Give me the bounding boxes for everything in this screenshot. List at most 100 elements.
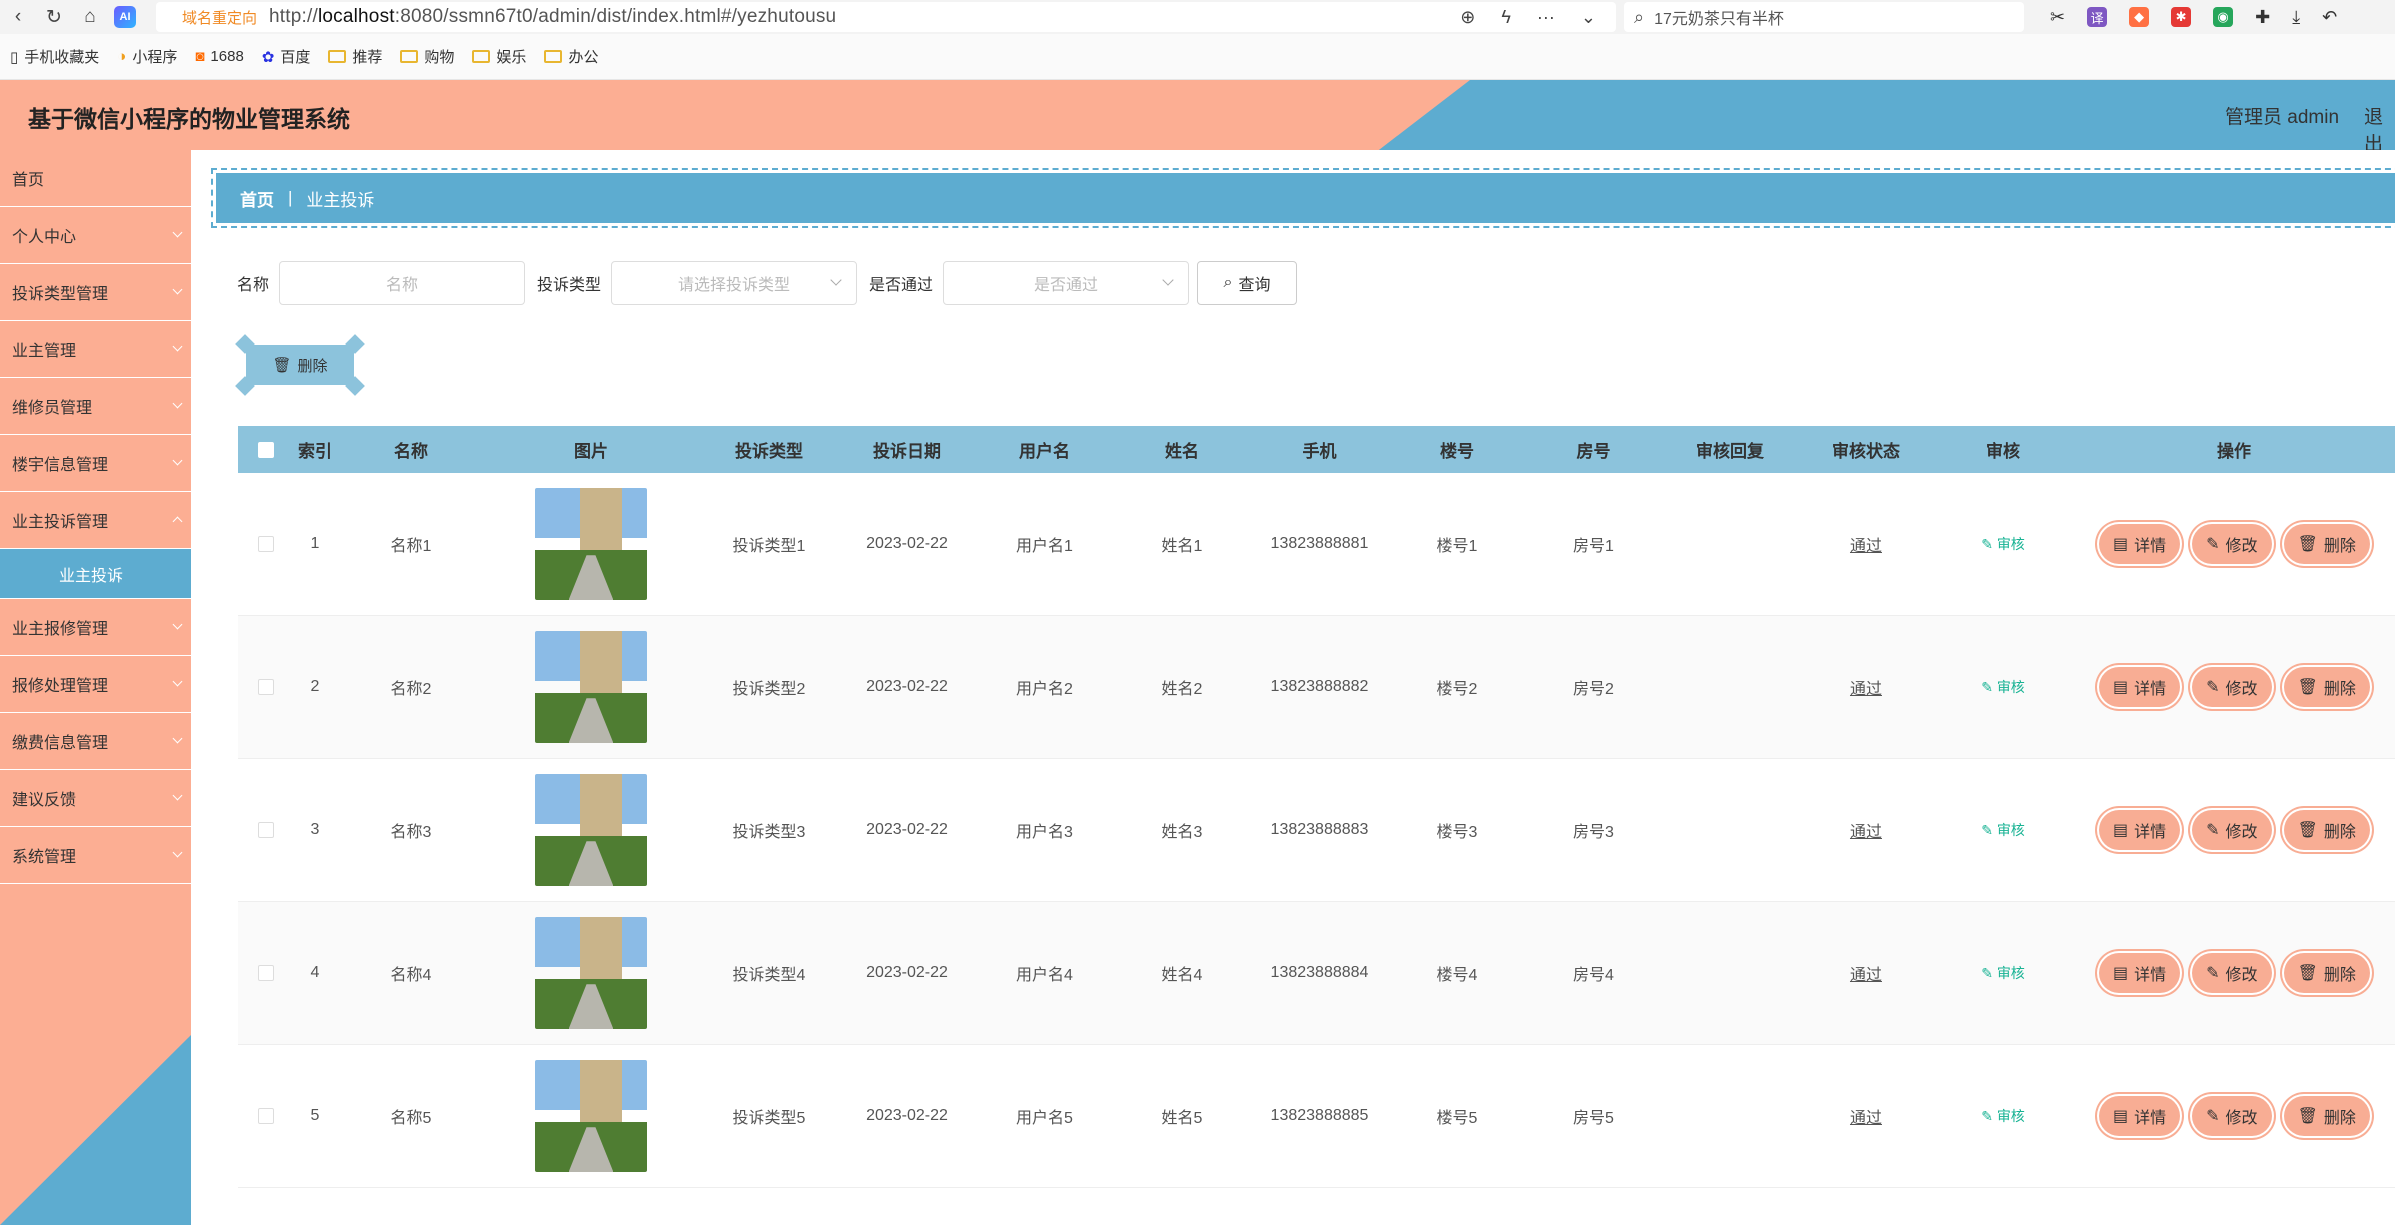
column-header: 审核回复 — [1696, 442, 1764, 461]
row-checkbox[interactable] — [238, 679, 294, 695]
edit-button[interactable]: ✎ 修改 — [2192, 810, 2272, 850]
query-button[interactable]: ⌕ 查询 — [1197, 261, 1298, 305]
sidebar-item-repair-handling[interactable]: 报修处理管理 — [0, 656, 191, 713]
cell-actions: ▤ 详情 ✎ 修改 🗑 删除 — [2069, 667, 2395, 707]
undo-icon[interactable]: ↶ — [2322, 7, 2337, 28]
back-icon[interactable]: ‹ — [0, 0, 36, 34]
column-header: 房号 — [1576, 442, 1611, 461]
complaint-photo[interactable] — [535, 631, 647, 743]
detail-button[interactable]: ▤ 详情 — [2099, 953, 2181, 993]
audit-link[interactable]: ✎ 审核 — [1937, 534, 2069, 554]
bookmark-baidu[interactable]: ✿ 百度 — [262, 46, 311, 67]
zoom-icon[interactable]: ⊕ — [1460, 7, 1475, 28]
extension-game-icon[interactable]: ◆ — [2129, 7, 2150, 27]
detail-button[interactable]: ▤ 详情 — [2099, 667, 2181, 707]
audit-link[interactable]: ✎ 审核 — [1937, 820, 2069, 840]
ai-assistant-icon[interactable]: AI — [114, 6, 136, 28]
delete-button[interactable]: 🗑 删除 — [2283, 524, 2370, 564]
browser-search-box[interactable]: ⌕ 17元奶茶只有半杯 — [1624, 2, 2024, 32]
extension-translate-icon[interactable]: 译 — [2087, 7, 2108, 27]
download-icon[interactable]: ⤓ — [2292, 7, 2300, 28]
bookmark-miniprogram[interactable]: ◑ 小程序 — [117, 46, 177, 67]
complaint-photo[interactable] — [535, 1060, 647, 1172]
cell-phone: 13823888884 — [1270, 964, 1369, 981]
address-bar[interactable]: 域名重定向 http://localhost:8080/ssmn67t0/adm… — [156, 2, 1616, 32]
sidebar-item-personal-center[interactable]: 个人中心 — [0, 207, 191, 264]
complaint-photo[interactable] — [535, 774, 647, 886]
lightning-icon[interactable]: ϟ — [1501, 7, 1511, 28]
edit-button[interactable]: ✎ 修改 — [2192, 667, 2272, 707]
app-header: 基于微信小程序的物业管理系统 管理员 admin 退出 — [0, 80, 2395, 150]
detail-button[interactable]: ▤ 详情 — [2099, 1096, 2181, 1136]
row-checkbox[interactable] — [238, 965, 294, 981]
row-checkbox[interactable] — [238, 536, 294, 552]
extension-wechat-icon[interactable]: ◉ — [2213, 7, 2234, 27]
bookmark-1688[interactable]: ◙ 1688 — [195, 48, 243, 65]
sidebar-item-buildings[interactable]: 楼宇信息管理 — [0, 435, 191, 492]
search-icon: ⌕ — [1634, 6, 1645, 27]
reload-icon[interactable]: ↻ — [36, 0, 72, 34]
cell-phone: 13823888883 — [1270, 821, 1369, 838]
delete-button[interactable]: 🗑 删除 — [2283, 667, 2370, 707]
complaint-type-select[interactable]: 请选择投诉类型 — [611, 261, 858, 305]
edit-button[interactable]: ✎ 修改 — [2192, 1096, 2272, 1136]
audit-link[interactable]: ✎ 审核 — [1937, 963, 2069, 983]
bookmark-entertainment[interactable]: 娱乐 — [472, 46, 526, 67]
sidebar-item-complaint-types[interactable]: 投诉类型管理 — [0, 264, 191, 321]
edit-icon: ✎ — [1981, 679, 1993, 695]
cell-image — [486, 631, 696, 743]
bookmark-shopping[interactable]: 购物 — [400, 46, 454, 67]
audit-link[interactable]: ✎ 审核 — [1937, 677, 2069, 697]
edit-button[interactable]: ✎ 修改 — [2192, 953, 2272, 993]
sidebar-item-feedback[interactable]: 建议反馈 — [0, 770, 191, 827]
edit-button[interactable]: ✎ 修改 — [2192, 524, 2272, 564]
bookmark-recommend[interactable]: 推荐 — [328, 46, 382, 67]
chevron-down-icon — [172, 398, 183, 409]
sidebar-subitem-owner-complaint[interactable]: 业主投诉 — [0, 549, 191, 599]
complaint-photo[interactable] — [535, 917, 647, 1029]
home-icon[interactable]: ⌂ — [72, 0, 108, 34]
audit-link[interactable]: ✎ 审核 — [1937, 1106, 2069, 1126]
complaint-photo[interactable] — [535, 488, 647, 600]
browser-toolbar: ‹ ↻ ⌂ AI 域名重定向 http://localhost:8080/ssm… — [0, 0, 2395, 34]
breadcrumb-home[interactable]: 首页 — [240, 186, 274, 211]
document-icon: ▤ — [2113, 679, 2129, 696]
cell-username: 用户名5 — [1016, 1110, 1073, 1127]
table-row: 4 名称4 投诉类型4 2023-02-22 用户名4 姓名4 13823888… — [238, 902, 2395, 1045]
sidebar-item-repairmen[interactable]: 维修员管理 — [0, 378, 191, 435]
pass-status-select[interactable]: 是否通过 — [943, 261, 1190, 305]
bookmark-office[interactable]: 办公 — [544, 46, 598, 67]
logout-link[interactable]: 退出 — [2364, 102, 2395, 150]
cell-room: 房号4 — [1573, 967, 1614, 984]
sidebar-item-owner-complaints[interactable]: 业主投诉管理 — [0, 492, 191, 549]
detail-button[interactable]: ▤ 详情 — [2099, 810, 2181, 850]
batch-delete-button[interactable]: 🗑 删除 — [235, 334, 365, 396]
name-input[interactable]: 名称 — [279, 261, 526, 305]
sidebar-item-payments[interactable]: 缴费信息管理 — [0, 713, 191, 770]
delete-button[interactable]: 🗑 删除 — [2283, 810, 2370, 850]
pass-label: 是否通过 — [869, 277, 934, 294]
cell-phone: 13823888881 — [1270, 535, 1369, 552]
button-decoration — [345, 376, 365, 396]
delete-button[interactable]: 🗑 删除 — [2283, 1096, 2370, 1136]
puzzle-icon[interactable]: ✚ — [2255, 7, 2270, 28]
bookmark-mobile[interactable]: ▯ 手机收藏夹 — [10, 46, 99, 67]
sidebar-item-owners[interactable]: 业主管理 — [0, 321, 191, 378]
row-checkbox[interactable] — [238, 822, 294, 838]
select-all-checkbox[interactable] — [238, 441, 294, 458]
detail-button[interactable]: ▤ 详情 — [2099, 524, 2181, 564]
delete-button[interactable]: 🗑 删除 — [2283, 953, 2370, 993]
extension-network-icon[interactable]: ✱ — [2171, 7, 2192, 27]
sidebar-item-home[interactable]: 首页 — [0, 150, 191, 207]
edit-icon: ✎ — [2206, 822, 2220, 839]
sidebar-item-owner-repairs[interactable]: 业主报修管理 — [0, 599, 191, 656]
column-header: 手机 — [1302, 442, 1337, 461]
scissors-icon[interactable]: ✂ — [2050, 7, 2065, 28]
chevron-down-icon — [172, 790, 183, 801]
more-icon[interactable]: ··· — [1537, 7, 1555, 28]
edit-icon: ✎ — [1981, 536, 1993, 552]
row-checkbox[interactable] — [238, 1108, 294, 1124]
url-text[interactable]: http://localhost:8080/ssmn67t0/admin/dis… — [269, 6, 836, 28]
chevron-down-icon[interactable]: ⌄ — [1581, 7, 1596, 28]
sidebar-item-system[interactable]: 系统管理 — [0, 827, 191, 884]
